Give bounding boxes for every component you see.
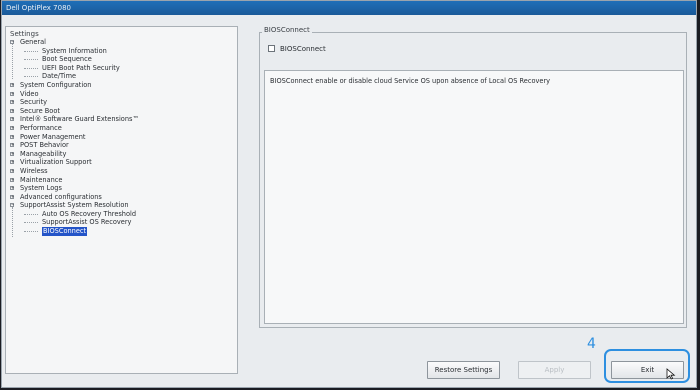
expand-icon[interactable]: +: [10, 177, 14, 182]
tree-connector: [24, 59, 38, 61]
expand-icon[interactable]: +: [10, 117, 14, 122]
tree-guide-supportassist: [12, 207, 13, 237]
exit-highlight-annotation: [604, 349, 690, 383]
tree-item-label[interactable]: General: [20, 38, 46, 47]
tree-item-label[interactable]: Security: [20, 98, 47, 107]
tree-connector: [24, 222, 38, 224]
tree-item-label[interactable]: System Information: [42, 47, 107, 56]
tree-header: Settings: [10, 30, 39, 38]
tree-item-label[interactable]: Intel® Software Guard Extensions™: [20, 115, 139, 124]
tree-item-label[interactable]: POST Behavior: [20, 141, 69, 150]
tree-item-label[interactable]: System Configuration: [20, 81, 91, 90]
step-number-annotation: 4: [587, 336, 596, 352]
tree-item-label[interactable]: Performance: [20, 124, 62, 133]
expand-icon[interactable]: +: [10, 186, 14, 191]
expand-icon[interactable]: +: [10, 108, 14, 113]
biosconnect-checkbox[interactable]: [268, 45, 275, 52]
tree-item-label[interactable]: Manageability: [20, 150, 66, 159]
window-title: Dell OptiPlex 7080: [2, 1, 696, 15]
tree-connector: [24, 231, 38, 233]
tree-connector: [24, 67, 38, 69]
expand-icon[interactable]: +: [10, 143, 14, 148]
tree-item-label[interactable]: Video: [20, 90, 38, 99]
tree-connector: [24, 50, 38, 52]
expand-icon[interactable]: +: [10, 194, 14, 199]
expand-icon[interactable]: +: [10, 151, 14, 156]
expand-icon[interactable]: +: [10, 82, 14, 87]
biosconnect-checkbox-label[interactable]: BIOSConnect: [280, 44, 326, 54]
expand-icon[interactable]: +: [10, 134, 14, 139]
group-title: BIOSConnect: [262, 26, 312, 34]
expand-icon[interactable]: +: [10, 100, 14, 105]
tree-guide-general: [12, 43, 13, 79]
expand-icon[interactable]: +: [10, 91, 14, 96]
description-box: BIOSConnect enable or disable cloud Serv…: [264, 70, 684, 324]
tree-connector: [24, 213, 38, 215]
tree-item-label[interactable]: Boot Sequence: [42, 55, 92, 64]
tree-item-label[interactable]: Auto OS Recovery Threshold: [42, 210, 136, 219]
apply-button[interactable]: Apply: [518, 361, 591, 379]
tree-item-label[interactable]: UEFI Boot Path Security: [42, 64, 120, 73]
tree-connector: [24, 76, 38, 78]
collapse-icon[interactable]: −: [10, 40, 14, 44]
expand-icon[interactable]: +: [10, 125, 14, 130]
restore-settings-button[interactable]: Restore Settings: [427, 361, 500, 379]
tree-item-label[interactable]: Virtualization Support: [20, 158, 92, 167]
tree-item-label[interactable]: System Logs: [20, 184, 62, 193]
tree-item-label[interactable]: Date/Time: [42, 72, 76, 81]
tree-item-label[interactable]: Secure Boot: [20, 107, 60, 116]
tree-item-label[interactable]: Power Management: [20, 133, 85, 142]
expand-icon[interactable]: +: [10, 168, 14, 173]
tree-item-label[interactable]: SupportAssist System Resolution: [20, 201, 129, 210]
tree-item-label[interactable]: BIOSConnect: [42, 227, 88, 236]
tree-item-label[interactable]: SupportAssist OS Recovery: [42, 218, 131, 227]
expand-icon[interactable]: +: [10, 160, 14, 165]
tree-item-label[interactable]: Maintenance: [20, 176, 62, 185]
description-text: BIOSConnect enable or disable cloud Serv…: [270, 77, 551, 85]
tree-item-label[interactable]: Advanced configurations: [20, 193, 102, 202]
settings-tree-panel: Settings − General System Information Boot …: [5, 26, 238, 374]
mouse-pointer-icon: [666, 368, 676, 380]
collapse-icon[interactable]: −: [10, 203, 14, 208]
tree-item-label[interactable]: Wireless: [20, 167, 48, 176]
